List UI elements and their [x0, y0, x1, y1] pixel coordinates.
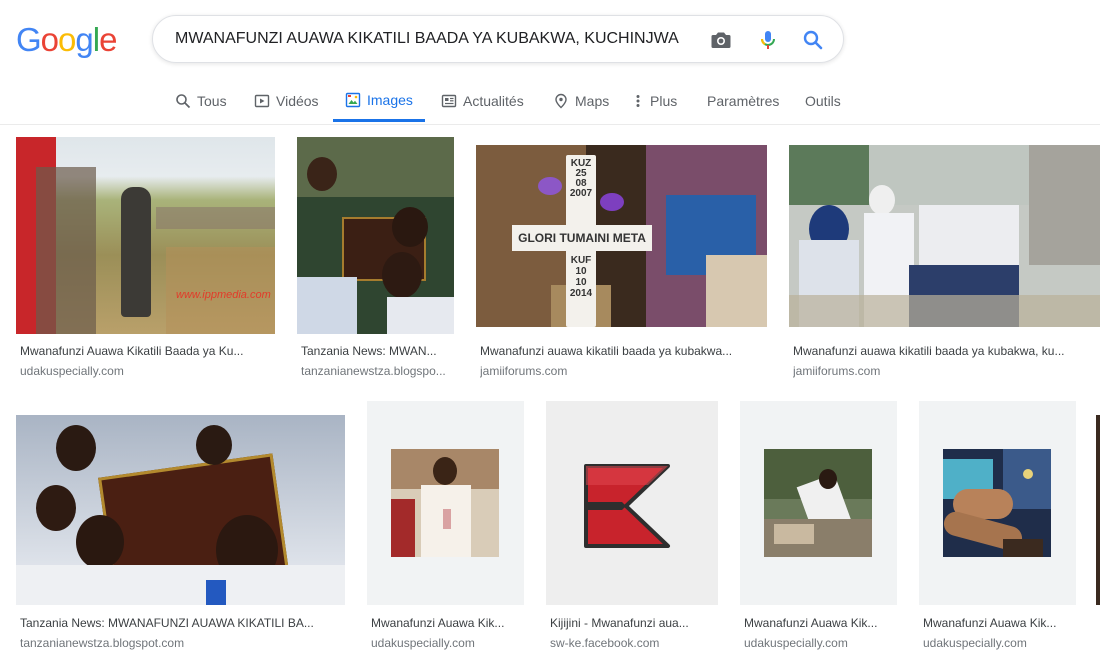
result-title[interactable]: Tanzania News: MWAN... [301, 343, 454, 359]
tab-label: Actualités [463, 93, 524, 109]
header-divider [0, 124, 1100, 125]
result-domain[interactable]: jamiiforums.com [793, 363, 1098, 379]
result-thumbnail[interactable] [367, 401, 524, 605]
tab-label: Plus [650, 93, 678, 109]
tab-news[interactable]: Actualités [441, 80, 524, 122]
tab-tools[interactable]: Outils [805, 80, 841, 122]
result-title[interactable]: Mwanafunzi Auawa Kik... [371, 615, 524, 631]
image-result[interactable]: Mwanafunzi Auawa Kik... udakuspecially.c… [740, 401, 897, 656]
search-input[interactable] [175, 26, 705, 52]
image-result-partial[interactable] [1096, 415, 1100, 605]
result-title[interactable]: Mwanafunzi auawa kikatili baada ya kubak… [793, 343, 1098, 359]
result-domain[interactable]: tanzanianewstza.blogspot.com [20, 635, 345, 651]
image-result[interactable]: Kijijini - Mwanafunzi aua... sw-ke.faceb… [546, 401, 718, 656]
result-thumbnail[interactable] [789, 145, 1100, 327]
image-result[interactable]: www.ippmedia.com Mwanafunzi Auawa Kikati… [16, 137, 275, 382]
image-icon [345, 92, 361, 108]
result-thumbnail[interactable]: www.ippmedia.com [16, 137, 275, 334]
tab-label: Paramètres [707, 93, 780, 109]
result-title[interactable]: Tanzania News: MWANAFUNZI AUAWA KIKATILI… [20, 615, 345, 631]
kijijini-logo [584, 464, 670, 548]
tab-videos[interactable]: Vidéos [254, 80, 319, 122]
result-title[interactable]: Mwanafunzi Auawa Kik... [923, 615, 1076, 631]
camera-icon[interactable] [709, 28, 733, 52]
image-result[interactable]: Mwanafunzi auawa kikatili baada ya kubak… [789, 137, 1100, 382]
result-domain[interactable]: udakuspecially.com [923, 635, 1076, 651]
result-title[interactable]: Mwanafunzi Auawa Kikatili Baada ya Ku... [20, 343, 275, 359]
result-thumbnail[interactable] [16, 415, 345, 605]
image-result[interactable]: KUZ 25 08 2007 GLORI TUMAINI META KUF 10… [476, 137, 767, 382]
image-result[interactable]: Mwanafunzi Auawa Kik... udakuspecially.c… [367, 401, 524, 656]
result-thumbnail[interactable] [919, 401, 1076, 605]
image-result[interactable]: Tanzania News: MWANAFUNZI AUAWA KIKATILI… [16, 401, 345, 656]
result-thumbnail[interactable] [546, 401, 718, 605]
search-tabs: Tous Vidéos Images Actualités Maps Plus … [0, 80, 1100, 124]
result-domain[interactable]: tanzanianewstza.blogspo... [301, 363, 454, 379]
result-title[interactable]: Mwanafunzi auawa kikatili baada ya kubak… [480, 343, 767, 359]
more-vertical-icon [634, 93, 644, 109]
tab-settings[interactable]: Paramètres [707, 80, 779, 122]
search-icon [175, 93, 191, 109]
tab-label: Vidéos [276, 93, 319, 109]
search-box[interactable] [152, 15, 844, 63]
result-thumbnail[interactable] [740, 401, 897, 605]
result-thumbnail[interactable] [297, 137, 454, 334]
result-domain[interactable]: udakuspecially.com [20, 363, 275, 379]
result-domain[interactable]: jamiiforums.com [480, 363, 767, 379]
tab-label: Images [367, 91, 413, 108]
result-title[interactable]: Mwanafunzi Auawa Kik... [744, 615, 897, 631]
tab-all[interactable]: Tous [175, 80, 227, 122]
video-icon [254, 93, 270, 109]
news-icon [441, 93, 457, 109]
tab-label: Outils [805, 93, 841, 109]
map-pin-icon [553, 93, 569, 109]
watermark-text: www.ippmedia.com [176, 289, 271, 301]
microphone-icon[interactable] [756, 28, 780, 52]
image-result[interactable]: Tanzania News: MWAN... tanzanianewstza.b… [297, 137, 454, 382]
tab-label: Tous [197, 93, 227, 109]
search-icon[interactable] [801, 28, 825, 52]
result-domain[interactable]: udakuspecially.com [371, 635, 524, 651]
tab-maps[interactable]: Maps [553, 80, 609, 122]
tab-more[interactable]: Plus [634, 80, 677, 122]
result-thumbnail[interactable]: KUZ 25 08 2007 GLORI TUMAINI META KUF 10… [476, 145, 767, 327]
result-title[interactable]: Kijijini - Mwanafunzi aua... [550, 615, 718, 631]
result-domain[interactable]: udakuspecially.com [744, 635, 897, 651]
result-domain[interactable]: sw-ke.facebook.com [550, 635, 718, 651]
image-result[interactable]: Mwanafunzi Auawa Kik... udakuspecially.c… [919, 401, 1076, 656]
tab-label: Maps [575, 93, 610, 109]
google-logo[interactable]: Google [16, 20, 117, 60]
tab-images[interactable]: Images [333, 80, 425, 122]
